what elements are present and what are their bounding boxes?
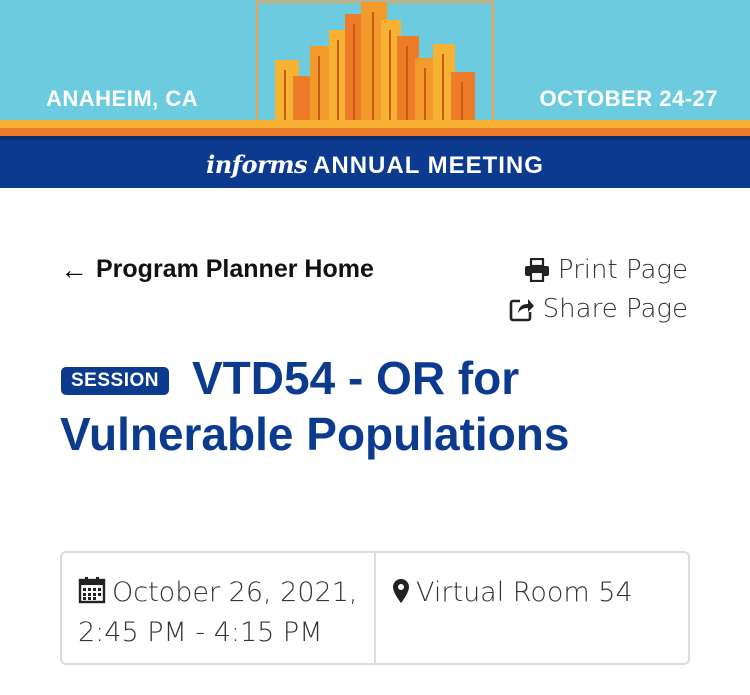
back-link-label: Program Planner Home [96,255,374,283]
session-datetime: October 26, 2021, 2:45 PM - 4:15 PM [62,553,376,663]
session-title: VTD54 - OR for Vulnerable Populations [60,352,570,460]
session-info-box: October 26, 2021, 2:45 PM - 4:15 PM Virt… [60,551,690,665]
skyline-graphic [256,1,494,136]
session-time: 2:45 PM - 4:15 PM [78,617,323,648]
share-page-button[interactable]: Share Page [509,294,688,324]
print-page-button[interactable]: Print Page [524,255,688,285]
banner-brand: informs ANNUAL MEETING [0,150,750,180]
banner-meeting-title: ANNUAL MEETING [313,152,544,179]
informs-logo: informs [206,150,308,179]
banner-location: ANAHEIM, CA [46,86,199,111]
session-date: October 26, 2021, [112,577,358,608]
arrow-left-icon: ← [60,253,88,285]
print-page-label: Print Page [557,255,688,285]
banner-stripe-yellow [0,120,750,128]
banner-stripe-orange [0,128,750,136]
session-room: Virtual Room 54 [416,577,633,608]
session-location: Virtual Room 54 [376,553,688,663]
share-icon [509,299,534,322]
printer-icon [524,258,549,282]
banner-dates: OCTOBER 24-27 [539,86,718,111]
conference-banner: ANAHEIM, CA OCTOBER 24-27 informs ANNUAL … [0,0,750,188]
calendar-icon [78,577,106,604]
program-planner-home-link[interactable]: ← Program Planner Home [60,255,374,284]
share-page-label: Share Page [542,294,688,324]
map-pin-icon [393,579,409,603]
